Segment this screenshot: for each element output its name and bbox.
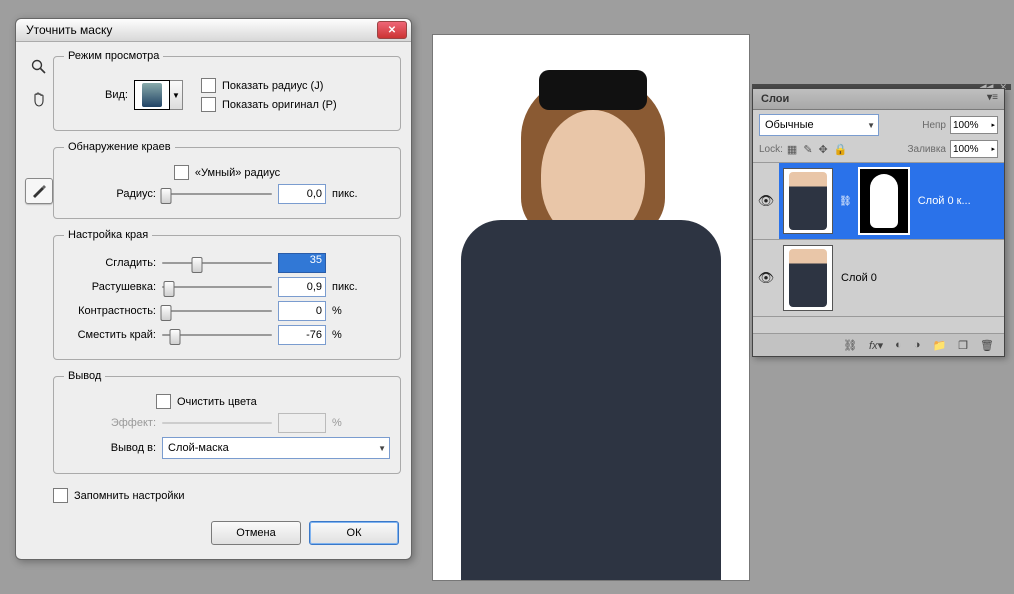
shift-slider[interactable] (162, 327, 272, 343)
output-group: Вывод Очистить цвета Эффект: % Вывод в: … (53, 370, 401, 474)
image-content (451, 50, 731, 580)
contrast-slider[interactable] (162, 303, 272, 319)
add-mask-icon[interactable]: ◐ (895, 339, 902, 351)
smart-radius-label: «Умный» радиус (195, 167, 280, 179)
remember-label: Запомнить настройки (74, 490, 185, 502)
view-label: Вид: (64, 89, 128, 101)
smooth-slider[interactable] (162, 255, 272, 271)
delete-layer-icon[interactable]: 🗑 (980, 339, 994, 352)
lock-position-icon[interactable]: ✥ (819, 143, 828, 156)
link-layers-icon[interactable]: ⛓ (843, 339, 857, 352)
layer-list: 👁 ⛓ Слой 0 к... 👁 Слой 0 (753, 163, 1004, 333)
lock-label: Lock: (759, 144, 783, 155)
adjustment-layer-icon[interactable]: ◑ (914, 339, 921, 351)
layers-tab-label: Слои (761, 93, 789, 105)
radius-label: Радиус: (64, 188, 156, 200)
output-legend: Вывод (64, 370, 105, 382)
visibility-toggle[interactable]: 👁 (753, 163, 779, 239)
feather-unit: пикс. (332, 281, 358, 293)
amount-slider (162, 415, 272, 431)
contrast-label: Контрастность: (64, 305, 156, 317)
adjust-edge-group: Настройка края Сгладить: 35 Растушевка: … (53, 229, 401, 360)
shift-unit: % (332, 329, 342, 341)
adjust-edge-legend: Настройка края (64, 229, 152, 241)
layer-thumbnail[interactable] (783, 245, 833, 311)
feather-input[interactable] (278, 277, 326, 297)
layer-fx-icon[interactable]: fx▾ (869, 339, 883, 352)
output-to-value: Слой-маска (168, 442, 229, 454)
chevron-right-icon: ▸ (991, 121, 995, 129)
smart-radius-checkbox[interactable] (174, 165, 189, 180)
lock-pixels-icon[interactable]: ✎ (803, 143, 812, 156)
layer-row[interactable]: 👁 Слой 0 (753, 240, 1004, 317)
amount-label: Эффект: (64, 417, 156, 429)
refine-brush-tool[interactable] (25, 178, 53, 204)
mask-thumbnail[interactable] (858, 167, 910, 235)
layer-name[interactable]: Слой 0 к... (914, 195, 1004, 207)
decontaminate-label: Очистить цвета (177, 396, 257, 408)
layer-thumbnail[interactable] (783, 168, 833, 234)
radius-slider[interactable] (162, 186, 272, 202)
panel-menu-icon[interactable]: ▾≡ (987, 92, 998, 103)
output-to-select[interactable]: Слой-маска ▼ (162, 437, 390, 459)
dialog-titlebar[interactable]: Уточнить маску ✕ (16, 19, 411, 42)
view-mode-group: Режим просмотра Вид: ▼ Показать радиус (… (53, 50, 401, 131)
radius-input[interactable] (278, 184, 326, 204)
contrast-input[interactable] (278, 301, 326, 321)
feather-label: Растушевка: (64, 281, 156, 293)
layers-panel: Слои ▾≡ Обычные ▼ Непр 100%▸ Lock: ▦ ✎ ✥ 🔒… (752, 88, 1005, 357)
layers-tab[interactable]: Слои ▾≡ (753, 89, 1004, 110)
fill-label: Заливка (908, 144, 947, 155)
edge-detection-group: Обнаружение краев «Умный» радиус Радиус:… (53, 141, 401, 219)
lock-all-icon[interactable]: 🔒 (834, 143, 848, 156)
view-mode-dropdown[interactable]: ▼ (134, 80, 183, 110)
layers-panel-footer: ⛓ fx▾ ◐ ◑ 📁 ❐ 🗑 (753, 333, 1004, 356)
lock-transparency-icon[interactable]: ▦ (787, 143, 797, 156)
chevron-down-icon[interactable]: ▼ (170, 80, 183, 110)
view-thumbnail (134, 80, 170, 110)
link-icon[interactable]: ⛓ (839, 196, 852, 207)
new-layer-icon[interactable]: ❐ (958, 339, 968, 352)
amount-input (278, 413, 326, 433)
show-original-label: Показать оригинал (P) (222, 99, 337, 111)
fill-input[interactable]: 100%▸ (950, 140, 998, 158)
cancel-button[interactable]: Отмена (211, 521, 301, 545)
show-radius-label: Показать радиус (J) (222, 80, 323, 92)
output-to-label: Вывод в: (64, 442, 156, 454)
contrast-unit: % (332, 305, 342, 317)
layer-row[interactable]: 👁 ⛓ Слой 0 к... (753, 163, 1004, 240)
show-original-checkbox[interactable] (201, 97, 216, 112)
dialog-title: Уточнить маску (20, 23, 377, 37)
chevron-down-icon: ▼ (867, 121, 875, 130)
layer-name[interactable]: Слой 0 (837, 272, 1004, 284)
radius-unit: пикс. (332, 188, 358, 200)
shift-label: Сместить край: (64, 329, 156, 341)
zoom-tool[interactable] (25, 54, 53, 80)
decontaminate-checkbox[interactable] (156, 394, 171, 409)
chevron-down-icon: ▼ (378, 444, 386, 453)
visibility-toggle[interactable]: 👁 (753, 270, 779, 286)
opacity-input[interactable]: 100%▸ (950, 116, 998, 134)
blend-mode-select[interactable]: Обычные ▼ (759, 114, 879, 136)
hand-tool[interactable] (25, 86, 53, 112)
edge-detect-legend: Обнаружение краев (64, 141, 175, 153)
shift-input[interactable] (278, 325, 326, 345)
chevron-right-icon: ▸ (991, 145, 995, 153)
feather-slider[interactable] (162, 279, 272, 295)
smooth-label: Сгладить: (64, 257, 156, 269)
smooth-input[interactable]: 35 (278, 253, 326, 273)
ok-button[interactable]: ОК (309, 521, 399, 545)
canvas-document[interactable] (432, 34, 750, 581)
refine-mask-dialog: Уточнить маску ✕ Режим просмотра Вид: ▼ … (15, 18, 412, 560)
blend-mode-value: Обычные (765, 119, 814, 131)
opacity-label: Непр (922, 120, 946, 131)
remember-checkbox[interactable] (53, 488, 68, 503)
view-mode-legend: Режим просмотра (64, 50, 163, 62)
new-group-icon[interactable]: 📁 (932, 339, 946, 352)
amount-unit: % (332, 417, 342, 429)
close-button[interactable]: ✕ (377, 21, 407, 39)
show-radius-checkbox[interactable] (201, 78, 216, 93)
